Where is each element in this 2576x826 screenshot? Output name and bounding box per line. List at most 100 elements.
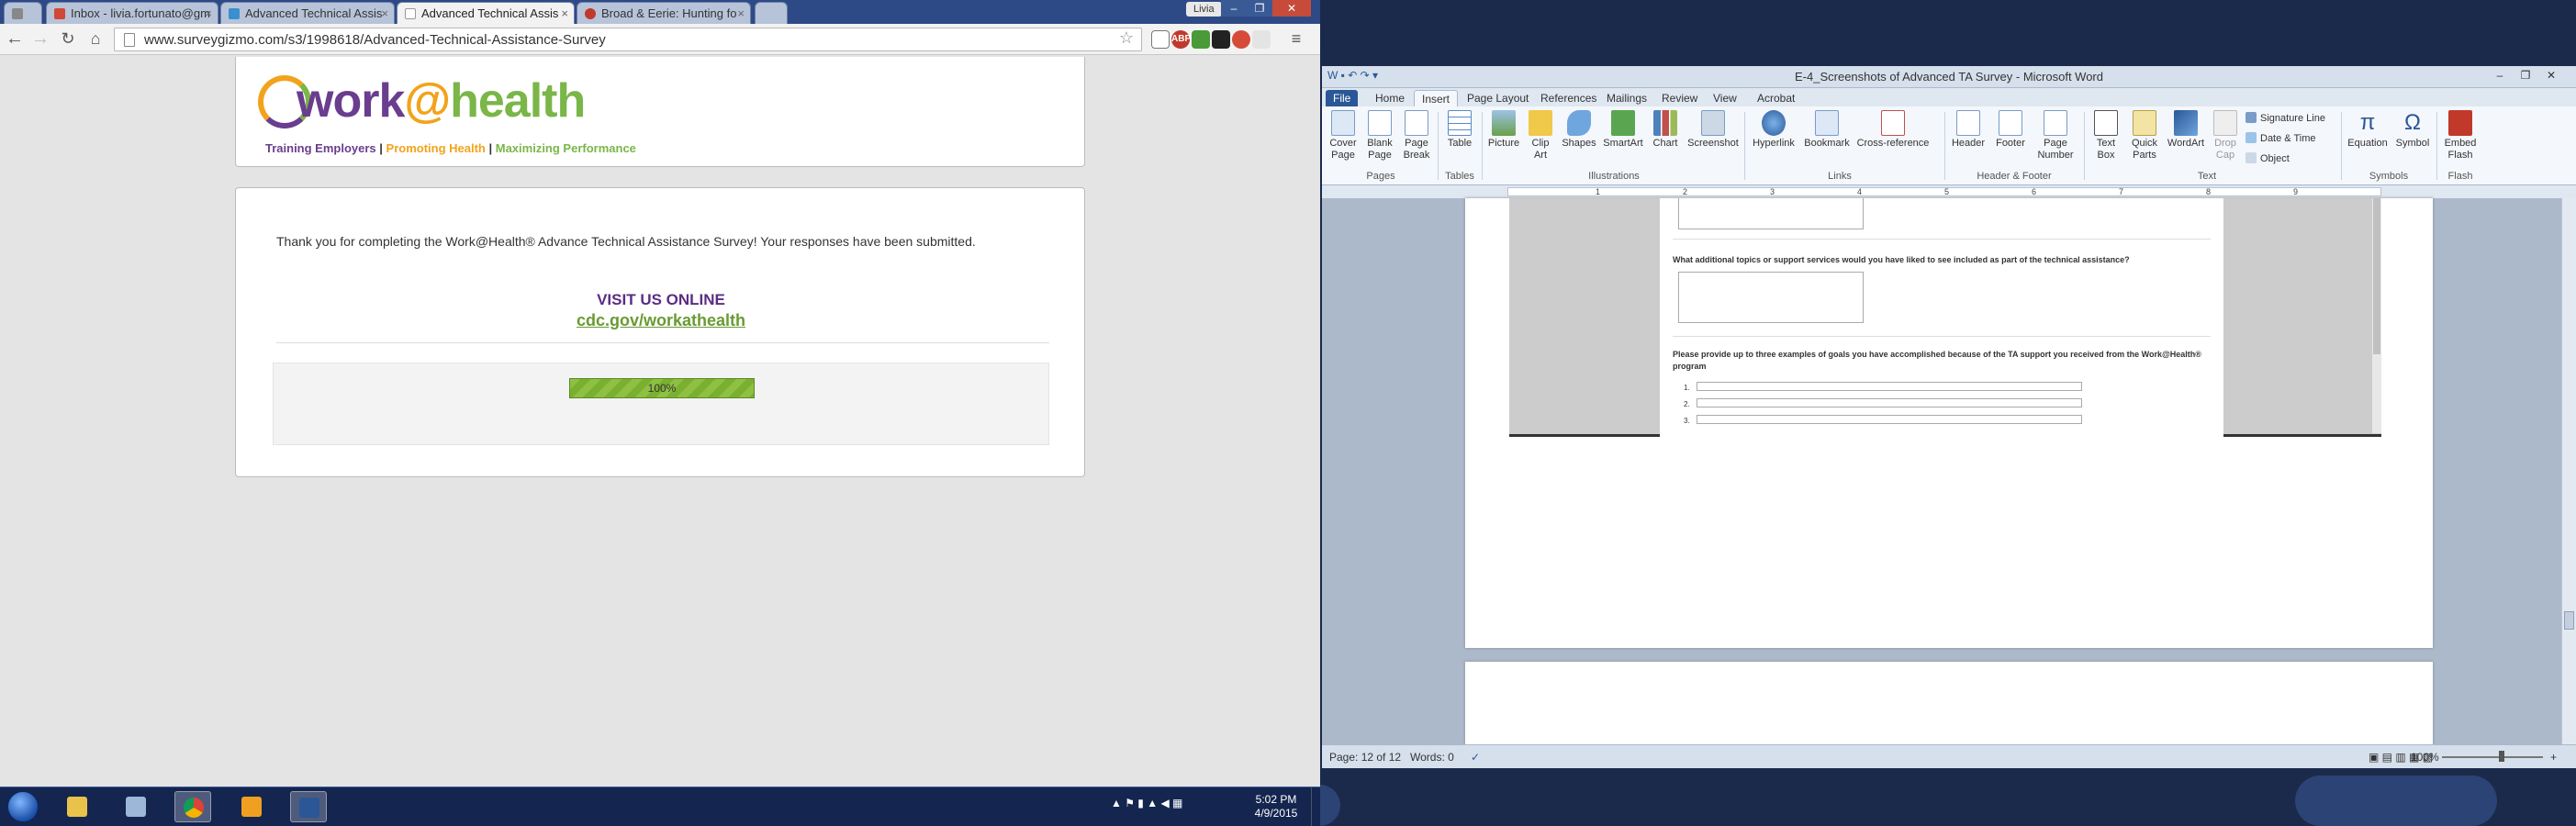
wordart-button[interactable]: WordArt [2165, 110, 2207, 150]
cover-page-button[interactable]: Cover Page [1326, 110, 1361, 162]
word-titlebar: W ▪ ↶ ↷ ▾ E-4_Screenshots of Advanced TA… [1322, 66, 2576, 88]
start-button[interactable] [7, 791, 39, 822]
close-button[interactable]: ✕ [2539, 69, 2563, 84]
embedded-screenshot[interactable]: What additional topics or support servic… [1509, 198, 2381, 437]
extension-icon[interactable] [1232, 30, 1250, 49]
surveygizmo-icon [229, 8, 240, 19]
taskbar-outlook[interactable] [233, 791, 270, 822]
quick-parts-button[interactable]: Quick Parts [2126, 110, 2163, 162]
footer-button[interactable]: Footer [1990, 110, 2031, 150]
menu-icon[interactable]: ≡ [1285, 28, 1307, 50]
tab-close-icon[interactable]: × [561, 6, 568, 20]
adblock-icon[interactable]: ABP [1171, 30, 1191, 49]
picture-button[interactable]: Picture [1485, 110, 1522, 150]
button-label: Screenshot [1687, 138, 1739, 149]
page-count[interactable]: Page: 12 of 12 [1329, 751, 1401, 764]
tab-file[interactable]: File [1326, 90, 1359, 106]
page-number-button[interactable]: Page Number [2033, 110, 2078, 162]
embed-flash-button[interactable]: Embed Flash [2440, 110, 2481, 162]
tab-surveygizmo[interactable]: Advanced Technical Assis × [220, 2, 395, 24]
show-desktop-button[interactable] [1311, 787, 1320, 826]
taskbar-explorer[interactable] [59, 791, 95, 822]
taskbar-word[interactable] [290, 791, 327, 822]
tab-references[interactable]: References [1533, 90, 1604, 106]
screenshot-button[interactable]: Screenshot [1686, 110, 1741, 150]
signature-line-button[interactable]: Signature Line [2246, 112, 2325, 124]
page-break-button[interactable]: Page Break [1399, 110, 1434, 162]
new-tab-button[interactable] [755, 2, 788, 24]
button-label: Signature Line [2260, 113, 2325, 124]
home-button[interactable]: ⌂ [84, 28, 106, 50]
minimize-button[interactable]: – [1221, 0, 1247, 17]
tab-survey-active[interactable]: Advanced Technical Assis × [397, 2, 575, 24]
back-button[interactable]: ← [4, 28, 26, 50]
text-box-button[interactable]: Text Box [2088, 110, 2124, 162]
reload-button[interactable]: ↻ [57, 28, 79, 50]
tab-close-icon[interactable]: × [737, 6, 745, 20]
word-title: E-4_Screenshots of Advanced TA Survey - … [1795, 70, 2103, 84]
shapes-button[interactable]: Shapes [1559, 110, 1599, 150]
divider [1673, 336, 2211, 337]
forward-button[interactable]: → [29, 28, 51, 50]
cross-reference-button[interactable]: Cross-reference [1854, 110, 1932, 150]
tab-home[interactable]: Home [1368, 90, 1412, 106]
horizontal-ruler[interactable]: 1 2 3 4 5 6 7 8 9 [1507, 187, 2381, 196]
address-bar[interactable]: www.surveygizmo.com/s3/1998618/Advanced-… [114, 28, 1142, 51]
tab-page-layout[interactable]: Page Layout [1460, 90, 1536, 106]
hyperlink-button[interactable]: Hyperlink [1748, 110, 1799, 150]
table-button[interactable]: Table [1441, 110, 1478, 150]
document-page[interactable] [1465, 662, 2433, 744]
object-button[interactable]: Object [2246, 152, 2290, 164]
cast-icon[interactable] [1151, 30, 1170, 49]
ribbon-separator [1482, 112, 1483, 180]
zoom-slider-knob[interactable] [2499, 751, 2504, 762]
taskbar-calculator[interactable] [118, 791, 154, 822]
header-button[interactable]: Header [1948, 110, 1988, 150]
close-button[interactable]: ✕ [1272, 0, 1311, 17]
equation-button[interactable]: π Equation [2345, 110, 2391, 150]
zoom-in-icon[interactable]: + [2550, 751, 2557, 764]
clock[interactable]: 5:02 PM 4/9/2015 [1249, 793, 1304, 820]
smartart-button[interactable]: SmartArt [1601, 110, 1645, 150]
drop-cap-button[interactable]: Drop Cap [2209, 110, 2242, 162]
tab-gmail[interactable]: Inbox - livia.fortunato@gm × [46, 2, 218, 24]
tab-review[interactable]: Review [1654, 90, 1705, 106]
bookmark-star-icon[interactable]: ☆ [1119, 28, 1134, 48]
system-tray[interactable]: ▲ ⚑ ▮ ▲ ◀ ▦ [1111, 797, 1182, 809]
bookmark-button[interactable]: Bookmark [1801, 110, 1853, 150]
blank-page-button[interactable]: Blank Page [1362, 110, 1397, 162]
zoom-level[interactable]: 100% [2411, 751, 2439, 764]
chart-button[interactable]: Chart [1647, 110, 1684, 150]
scroll-thumb[interactable] [2564, 611, 2574, 630]
ribbon-tabs: File Home Insert Page Layout References … [1322, 88, 2576, 106]
tab-label: Advanced Technical Assis [421, 6, 559, 20]
cdc-link[interactable]: cdc.gov/workathealth [236, 311, 1086, 330]
extension-icon[interactable] [1252, 30, 1271, 49]
maximize-button[interactable]: ❐ [2514, 69, 2537, 84]
tab-view[interactable]: View [1706, 90, 1744, 106]
group-pages: Pages [1366, 171, 1395, 182]
proofing-icon[interactable]: ✓ [1471, 751, 1480, 764]
symbol-button[interactable]: Ω Symbol [2392, 110, 2433, 150]
smartart-icon [1611, 110, 1635, 136]
minimize-button[interactable]: – [2488, 69, 2512, 84]
zoom-slider[interactable] [2442, 756, 2543, 758]
vertical-scrollbar[interactable] [2561, 198, 2576, 744]
clip-art-button[interactable]: Clip Art [1524, 110, 1557, 162]
tab-mailings[interactable]: Mailings [1599, 90, 1654, 106]
word-count[interactable]: Words: 0 [1410, 751, 1454, 764]
tab-pinned[interactable] [4, 2, 42, 24]
tab-insert[interactable]: Insert [1414, 90, 1459, 106]
extension-icon[interactable] [1192, 30, 1210, 49]
maximize-button[interactable]: ❐ [1247, 0, 1272, 17]
tab-close-icon[interactable]: × [205, 6, 212, 20]
tagline-sep: | [485, 141, 496, 155]
tab-broad-eerie[interactable]: Broad & Eerie: Hunting fo × [577, 2, 751, 24]
tab-close-icon[interactable]: × [381, 6, 388, 20]
document-page[interactable]: What additional topics or support servic… [1465, 198, 2433, 648]
date-time-button[interactable]: Date & Time [2246, 132, 2316, 144]
tab-acrobat[interactable]: Acrobat [1750, 90, 1802, 106]
profile-badge[interactable]: Livia [1186, 2, 1222, 17]
extension-icon[interactable] [1212, 30, 1230, 49]
taskbar-chrome[interactable] [174, 791, 211, 822]
